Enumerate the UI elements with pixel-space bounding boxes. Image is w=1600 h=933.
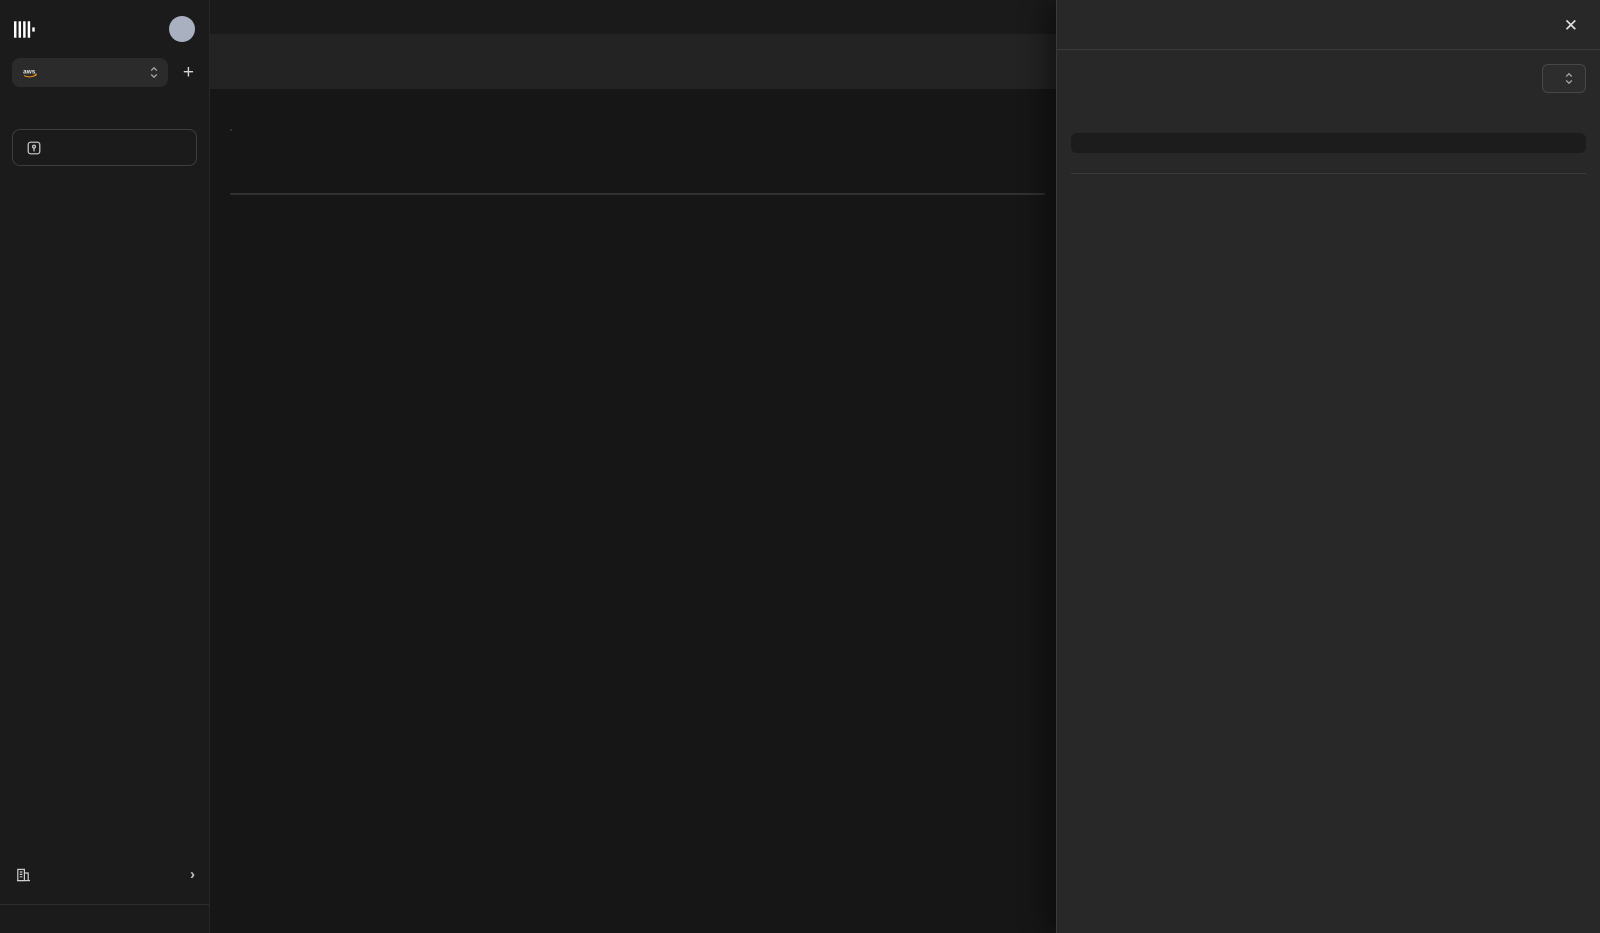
chevron-updown-icon	[150, 66, 158, 79]
service-selector-row: aws +	[12, 58, 197, 87]
recent-queries-table	[230, 193, 1045, 195]
connect-icon	[25, 139, 42, 156]
brand-row	[12, 10, 197, 58]
building-icon	[14, 866, 31, 883]
history-header	[1073, 174, 1584, 192]
breadcrumb	[210, 0, 1056, 34]
mini-chart-card	[1071, 133, 1586, 153]
sidebar-spacer	[12, 166, 197, 852]
sidebar: aws + ›	[0, 0, 210, 933]
panel-body	[1057, 50, 1600, 216]
panel-header: ✕	[1057, 0, 1600, 50]
query-information-panel: ✕	[1056, 0, 1600, 933]
chevron-updown-icon	[1565, 72, 1573, 85]
close-icon[interactable]: ✕	[1564, 17, 1578, 34]
connect-button[interactable]	[12, 129, 197, 166]
aws-icon: aws	[22, 67, 39, 78]
chart-section	[210, 89, 1056, 144]
main-content	[210, 0, 1056, 933]
clickhouse-logo-icon	[14, 21, 35, 38]
chart-tab-group	[230, 129, 232, 131]
avatar[interactable]	[169, 16, 195, 42]
query-detail	[1073, 192, 1584, 200]
stats-band	[210, 34, 1056, 89]
service-select[interactable]: aws	[12, 58, 168, 87]
organization-heading	[12, 852, 197, 861]
query-history	[1071, 174, 1586, 216]
time-range-select[interactable]	[1542, 64, 1586, 93]
add-service-button[interactable]: +	[180, 62, 197, 84]
organization-item[interactable]: ›	[12, 861, 197, 888]
svg-text:aws: aws	[23, 68, 36, 75]
chevron-right-icon: ›	[190, 866, 195, 883]
recent-queries-section	[210, 144, 1056, 195]
sidebar-divider	[0, 904, 209, 905]
